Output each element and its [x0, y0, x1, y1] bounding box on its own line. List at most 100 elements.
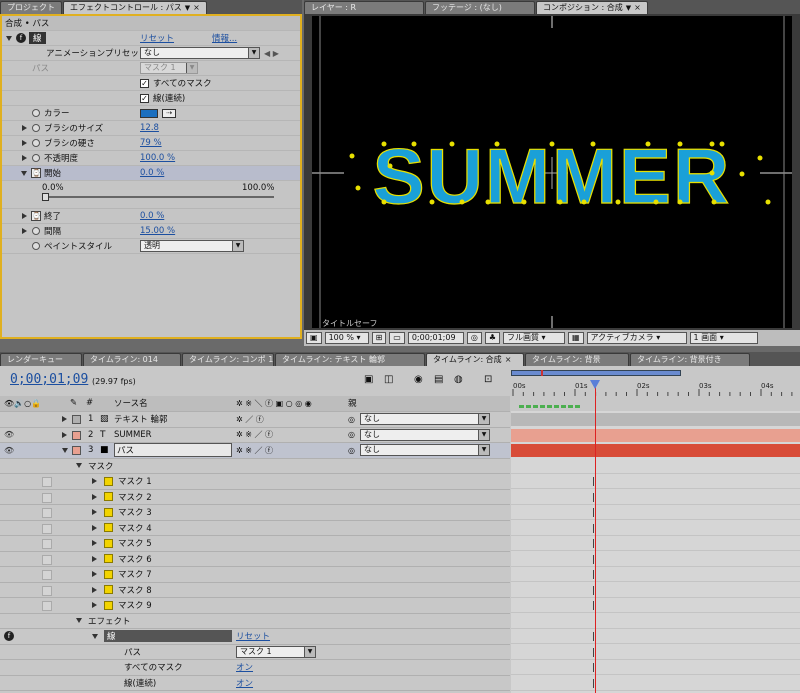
- camera-dropdown[interactable]: アクティブカメラ ▾: [586, 332, 687, 344]
- mask-visibility-box[interactable]: [42, 508, 52, 518]
- tab-timeline-comp1[interactable]: タイムライン: コンポ 1: [182, 353, 274, 366]
- layer-duration-bar[interactable]: [511, 444, 800, 457]
- close-icon[interactable]: ×: [193, 2, 200, 14]
- label-swatch[interactable]: [72, 415, 81, 424]
- chevron-down-icon[interactable]: [76, 463, 82, 469]
- start-value[interactable]: 0.0 %: [140, 168, 164, 178]
- tab-project[interactable]: プロジェクト: [0, 1, 62, 14]
- view-layout-dropdown[interactable]: 1 画面 ▾: [689, 332, 758, 344]
- camera-icon[interactable]: ◎: [466, 332, 482, 344]
- mask-visibility-box[interactable]: [42, 601, 52, 611]
- tab-render-queue[interactable]: レンダーキュー: [0, 353, 82, 366]
- stopwatch-icon[interactable]: [32, 124, 40, 132]
- chevron-down-icon[interactable]: [92, 633, 98, 639]
- current-time-indicator[interactable]: [595, 380, 596, 693]
- mask-name[interactable]: マスク 6: [118, 553, 152, 565]
- preset-dropdown[interactable]: なし ▼: [140, 47, 260, 59]
- switch-icons[interactable]: ✲ ／ ⓕ: [236, 414, 264, 425]
- label-swatch[interactable]: [72, 446, 81, 455]
- tab-timeline-bg[interactable]: タイムライン: 背景: [525, 353, 629, 366]
- close-icon[interactable]: ×: [505, 354, 512, 366]
- comp-mini-flowchart-icon[interactable]: ▣: [364, 374, 373, 385]
- start-slider-track[interactable]: [42, 193, 274, 201]
- tab-effect-controls[interactable]: エフェクトコントロール : パス ▼ ×: [63, 1, 207, 14]
- graph-editor-icon[interactable]: ⊡: [484, 374, 492, 385]
- mask-color-swatch[interactable]: [104, 585, 113, 595]
- mask-color-swatch[interactable]: [104, 476, 113, 486]
- all-masks-value[interactable]: オン: [236, 661, 253, 673]
- reset-link[interactable]: リセット: [140, 32, 174, 44]
- stroke-seq-value[interactable]: オン: [236, 677, 253, 689]
- parent-dropdown[interactable]: なし ▼: [360, 444, 490, 456]
- pickwhip-icon[interactable]: ◎: [348, 430, 355, 439]
- quality-dropdown[interactable]: フル画質 ▾: [502, 332, 565, 344]
- reset-link[interactable]: リセット: [236, 630, 270, 642]
- chevron-right-icon[interactable]: [62, 447, 68, 453]
- stopwatch-active-icon[interactable]: ⌚: [31, 168, 41, 178]
- motion-blur-icon[interactable]: ◍: [454, 374, 463, 385]
- magnify-button[interactable]: ▣: [306, 332, 322, 344]
- draft3d-icon[interactable]: ◫: [384, 374, 393, 385]
- chevron-right-icon[interactable]: [22, 125, 27, 131]
- path-dropdown[interactable]: マスク 1 ▼: [236, 645, 316, 658]
- tab-timeline-text-outline[interactable]: タイムライン: テキスト 輪郭: [275, 353, 425, 366]
- effect-name[interactable]: 線: [104, 630, 232, 643]
- work-area-bar[interactable]: [511, 370, 681, 376]
- frame-blend-icon[interactable]: ▤: [434, 374, 443, 385]
- mask-name[interactable]: マスク 4: [118, 522, 152, 534]
- chevron-right-icon[interactable]: [62, 416, 67, 423]
- pickwhip-icon[interactable]: ◎: [348, 446, 355, 455]
- layer-name[interactable]: SUMMER: [114, 430, 152, 440]
- mask-visibility-box[interactable]: [42, 539, 52, 549]
- layer-name[interactable]: パス: [114, 443, 232, 458]
- color-swatch[interactable]: [140, 109, 158, 118]
- preset-nav-icons[interactable]: ◀ ▶: [264, 49, 279, 58]
- stopwatch-icon[interactable]: [32, 109, 40, 117]
- layer-row[interactable]: 👁 3 ■ パス ✲ ※ ／ ⓕ ◎ なし ▼: [0, 443, 510, 459]
- mask-color-swatch[interactable]: [104, 538, 113, 548]
- slider-handle[interactable]: [42, 193, 49, 201]
- tab-footage[interactable]: フッテージ : (なし): [425, 1, 535, 14]
- timeline-track-area[interactable]: 00s 01s 02s 03s 04s: [511, 366, 800, 693]
- chevron-right-icon[interactable]: [92, 555, 97, 562]
- layer-name[interactable]: テキスト 輪郭: [114, 413, 167, 425]
- mask-color-swatch[interactable]: [104, 554, 113, 564]
- tab-timeline-comp[interactable]: タイムライン: 合成 ×: [426, 353, 524, 366]
- mask-name[interactable]: マスク 8: [118, 584, 152, 596]
- chevron-right-icon[interactable]: [92, 524, 97, 531]
- channel-icon[interactable]: ♣: [484, 332, 500, 344]
- mask-visibility-box[interactable]: [42, 492, 52, 503]
- brush-size-value[interactable]: 12.8: [140, 123, 159, 133]
- mask-color-swatch[interactable]: [104, 600, 113, 610]
- source-name-header[interactable]: ソース名: [114, 397, 148, 409]
- tab-timeline-014[interactable]: タイムライン: 014: [83, 353, 181, 366]
- tab-composition[interactable]: コンポジション : 合成 ▼ ×: [536, 1, 648, 14]
- chevron-right-icon[interactable]: [92, 509, 97, 516]
- parent-dropdown[interactable]: なし ▼: [360, 428, 490, 441]
- chevron-right-icon[interactable]: [92, 602, 97, 609]
- chevron-right-icon[interactable]: [62, 431, 67, 438]
- mask-visibility-box[interactable]: [42, 477, 52, 487]
- fx-icon[interactable]: f: [16, 33, 26, 43]
- pickwhip-icon[interactable]: ◎: [348, 415, 355, 424]
- all-masks-checkbox[interactable]: ✓: [140, 78, 149, 88]
- parent-dropdown[interactable]: なし ▼: [360, 413, 490, 425]
- mask-name[interactable]: マスク 2: [118, 491, 152, 503]
- stopwatch-icon[interactable]: [32, 139, 40, 147]
- layer-row[interactable]: 👁 2 T SUMMER ✲ ※ ／ ⓕ ◎ なし ▼: [0, 428, 510, 443]
- mask-color-swatch[interactable]: [104, 492, 113, 502]
- stopwatch-icon[interactable]: [32, 242, 40, 250]
- timecode-display[interactable]: 0;00;01;09: [407, 332, 464, 344]
- chevron-right-icon[interactable]: [92, 478, 97, 485]
- chevron-right-icon[interactable]: [22, 213, 27, 219]
- tab-timeline-bg-with[interactable]: タイムライン: 背景付き: [630, 353, 750, 366]
- switch-icons[interactable]: ✲ ※ ／ ⓕ: [236, 445, 273, 456]
- chevron-right-icon[interactable]: [92, 493, 97, 500]
- mask-name[interactable]: マスク 9: [118, 599, 152, 611]
- eyedropper-icon[interactable]: ⇢: [162, 109, 176, 118]
- chevron-right-icon[interactable]: [92, 540, 97, 547]
- eye-icon[interactable]: 👁: [4, 430, 14, 439]
- hide-shy-icon[interactable]: ◉: [414, 374, 423, 385]
- chevron-right-icon[interactable]: [22, 155, 27, 161]
- stopwatch-icon[interactable]: [32, 227, 40, 235]
